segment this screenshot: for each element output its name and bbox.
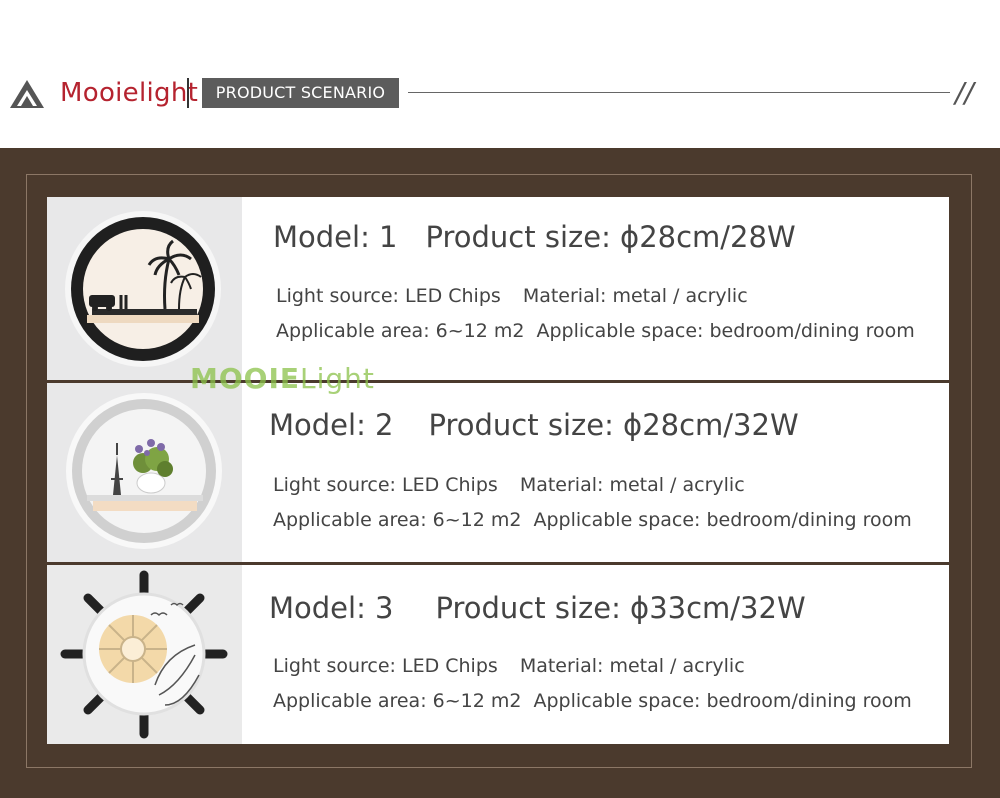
product-size: Product size: ϕ33cm/32W — [435, 591, 806, 625]
brand-logo-icon — [10, 80, 44, 108]
spec-row-1b: Applicable area: 6~12 m2 Applicable space… — [276, 320, 915, 342]
light-source: Light source: LED Chips — [273, 655, 498, 677]
brand-name: Mooielight — [60, 78, 199, 108]
model-heading-2: Model: 2 Product size: ϕ28cm/32W — [269, 408, 799, 442]
spec-row-2b: Applicable area: 6~12 m2 Applicable space… — [273, 509, 912, 531]
model-number: Model: 1 — [273, 220, 398, 254]
lamp-ship-wheel-image — [47, 565, 242, 744]
applicable-area: Applicable area: 6~12 m2 — [273, 690, 522, 712]
page-header: Mooielight PRODUCT SCENARIO // — [0, 0, 1000, 148]
applicable-space: Applicable space: bedroom/dining room — [536, 320, 915, 342]
watermark-bold: MOOIE — [190, 362, 301, 395]
model-card-3: Model: 3 Product size: ϕ33cm/32W Light so… — [47, 565, 949, 744]
model-card-1: Model: 1 Product size: ϕ28cm/28W Light so… — [47, 197, 949, 380]
material: Material: metal / acrylic — [522, 285, 748, 307]
material: Material: metal / acrylic — [519, 655, 745, 677]
header-slashes: // — [955, 76, 974, 109]
section-title-tag: PRODUCT SCENARIO — [202, 78, 399, 108]
product-size: Product size: ϕ28cm/32W — [428, 408, 799, 442]
applicable-space: Applicable space: bedroom/dining room — [533, 690, 912, 712]
spec-row-2a: Light source: LED Chips Material: metal /… — [273, 474, 745, 496]
lamp-eiffel-flower-image — [47, 383, 242, 562]
header-rule — [408, 92, 950, 93]
spec-row-3a: Light source: LED Chips Material: metal /… — [273, 655, 745, 677]
light-source: Light source: LED Chips — [276, 285, 501, 307]
spec-row-1a: Light source: LED Chips Material: metal /… — [276, 285, 748, 307]
applicable-space: Applicable space: bedroom/dining room — [533, 509, 912, 531]
model-card-2: Model: 2 Product size: ϕ28cm/32W Light so… — [47, 383, 949, 562]
model-heading-3: Model: 3 Product size: ϕ33cm/32W — [269, 591, 806, 625]
watermark-light: Light — [300, 362, 375, 395]
light-source: Light source: LED Chips — [273, 474, 498, 496]
spec-row-3b: Applicable area: 6~12 m2 Applicable space… — [273, 690, 912, 712]
model-number: Model: 3 — [269, 591, 394, 625]
product-image-1 — [47, 197, 242, 380]
product-image-2 — [47, 383, 242, 562]
brand-watermark: MOOIELight — [190, 362, 375, 395]
material: Material: metal / acrylic — [519, 474, 745, 496]
applicable-area: Applicable area: 6~12 m2 — [276, 320, 525, 342]
product-image-3 — [47, 565, 242, 744]
lamp-palm-beach-image — [47, 197, 242, 380]
product-size: Product size: ϕ28cm/28W — [425, 220, 796, 254]
applicable-area: Applicable area: 6~12 m2 — [273, 509, 522, 531]
model-number: Model: 2 — [269, 408, 394, 442]
brand-divider — [187, 78, 189, 108]
model-heading-1: Model: 1 Product size: ϕ28cm/28W — [273, 220, 796, 254]
